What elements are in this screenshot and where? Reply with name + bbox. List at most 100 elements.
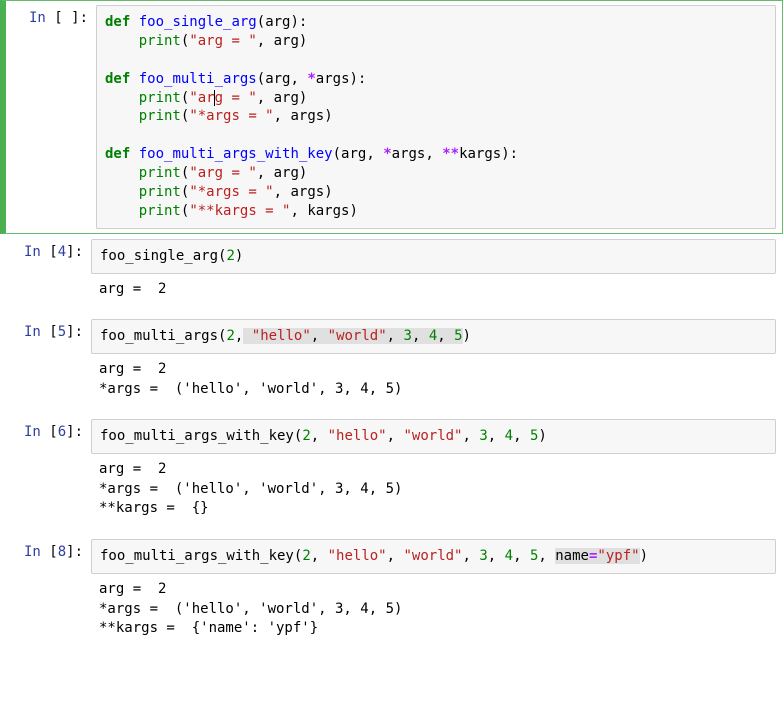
- code-token: arg: [265, 14, 290, 30]
- code-token: arg: [274, 33, 299, 49]
- code-token: ): [299, 90, 307, 106]
- code-token: ): [324, 184, 332, 200]
- prompt-area: In [8]:: [1, 535, 91, 653]
- code-token: ): [235, 248, 243, 264]
- code-token: arg: [274, 90, 299, 106]
- code-line[interactable]: [105, 51, 767, 70]
- highlighted-span: name="ypf": [555, 548, 639, 564]
- code-line[interactable]: print("arg = ", arg): [105, 164, 767, 183]
- notebook-cell[interactable]: In [4]: foo_single_arg(2)arg = 2: [0, 234, 783, 314]
- highlighted-span: "hello", "world", 3, 4, 5: [243, 328, 462, 344]
- code-token: print: [139, 108, 181, 124]
- code-token: foo_multi_args_with_key: [100, 548, 294, 564]
- prompt-area: In [ ]:: [6, 1, 96, 233]
- code-token: "hello": [328, 428, 387, 444]
- notebook: In [ ]:def foo_single_arg(arg): print("a…: [0, 0, 783, 654]
- code-token: "world": [403, 548, 462, 564]
- code-token: ,: [257, 165, 274, 181]
- code-line[interactable]: print("*args = ", args): [105, 183, 767, 202]
- content-area: def foo_single_arg(arg): print("arg = ",…: [96, 1, 782, 233]
- notebook-cell[interactable]: In [5]:foo_multi_args(2, "hello", "world…: [0, 314, 783, 414]
- code-line[interactable]: foo_multi_args_with_key(2, "hello", "wor…: [100, 547, 767, 566]
- code-line[interactable]: foo_multi_args(2, "hello", "world", 3, 4…: [100, 327, 767, 346]
- code-token: ,: [488, 548, 505, 564]
- code-token: *: [383, 146, 391, 162]
- code-token: "arg = ": [189, 33, 256, 49]
- code-token: ,: [463, 428, 480, 444]
- code-line[interactable]: def foo_multi_args_with_key(arg, *args, …: [105, 145, 767, 164]
- code-token: [105, 203, 139, 219]
- code-token: ): [349, 203, 357, 219]
- code-line[interactable]: print("arg = ", arg): [105, 89, 767, 108]
- notebook-cell[interactable]: In [ ]:def foo_single_arg(arg): print("a…: [0, 0, 783, 234]
- code-token: foo_multi_args_with_key: [139, 146, 333, 162]
- code-token: args: [392, 146, 426, 162]
- code-token: ,: [437, 328, 454, 344]
- code-token: "hello": [328, 548, 387, 564]
- prompt-bracket: ]:: [66, 244, 83, 260]
- code-input[interactable]: foo_multi_args_with_key(2, "hello", "wor…: [91, 539, 776, 574]
- code-input[interactable]: foo_multi_args(2, "hello", "world", 3, 4…: [91, 319, 776, 354]
- code-input[interactable]: foo_multi_args_with_key(2, "hello", "wor…: [91, 419, 776, 454]
- content-area: foo_multi_args_with_key(2, "hello", "wor…: [91, 415, 782, 533]
- prompt-bracket: ]:: [66, 424, 83, 440]
- code-token: print: [139, 33, 181, 49]
- content-area: foo_multi_args_with_key(2, "hello", "wor…: [91, 535, 782, 653]
- code-token: "ar: [189, 90, 214, 106]
- prompt-label: In: [24, 244, 41, 260]
- code-token: [105, 108, 139, 124]
- code-token: 3: [479, 428, 487, 444]
- code-line[interactable]: def foo_multi_args(arg, *args):: [105, 70, 767, 89]
- cell-output: arg = 2 *args = ('hello', 'world', 3, 4,…: [91, 574, 776, 649]
- prompt-area: In [6]:: [1, 415, 91, 533]
- code-line[interactable]: print("arg = ", arg): [105, 32, 767, 51]
- code-token: ,: [488, 428, 505, 444]
- code-token: ):: [290, 14, 307, 30]
- code-token: 2: [302, 428, 310, 444]
- code-token: [105, 33, 139, 49]
- code-token: ): [538, 428, 546, 444]
- code-token: args: [290, 108, 324, 124]
- code-token: ): [640, 548, 648, 564]
- code-token: [105, 184, 139, 200]
- prompt-number: 5: [58, 324, 66, 340]
- code-line[interactable]: def foo_single_arg(arg):: [105, 13, 767, 32]
- code-token: kargs: [459, 146, 501, 162]
- code-token: (: [333, 146, 341, 162]
- code-token: ,: [366, 146, 383, 162]
- code-token: ,: [311, 428, 328, 444]
- code-token: ,: [412, 328, 429, 344]
- code-token: name: [555, 548, 589, 564]
- code-token: ): [299, 33, 307, 49]
- code-token: ,: [274, 184, 291, 200]
- code-token: 4: [429, 328, 437, 344]
- code-line[interactable]: foo_multi_args_with_key(2, "hello", "wor…: [100, 427, 767, 446]
- content-area: foo_multi_args(2, "hello", "world", 3, 4…: [91, 315, 782, 413]
- code-token: [105, 90, 139, 106]
- cell-output: arg = 2: [91, 274, 776, 310]
- code-token: [130, 146, 138, 162]
- prompt-area: In [4]:: [1, 235, 91, 313]
- code-line[interactable]: print("*args = ", args): [105, 107, 767, 126]
- prompt-number: 4: [58, 244, 66, 260]
- code-token: "**kargs = ": [189, 203, 290, 219]
- code-token: ,: [387, 548, 404, 564]
- code-line[interactable]: foo_single_arg(2): [100, 247, 767, 266]
- code-input[interactable]: foo_single_arg(2): [91, 239, 776, 274]
- code-token: ): [463, 328, 471, 344]
- code-token: ):: [350, 71, 367, 87]
- code-token: ,: [290, 203, 307, 219]
- code-token: print: [139, 184, 181, 200]
- code-token: kargs: [307, 203, 349, 219]
- code-token: [130, 14, 138, 30]
- code-token: 4: [505, 428, 513, 444]
- code-token: ): [324, 108, 332, 124]
- code-line[interactable]: print("**kargs = ", kargs): [105, 202, 767, 221]
- notebook-cell[interactable]: In [6]: foo_multi_args_with_key(2, "hello…: [0, 414, 783, 534]
- notebook-cell[interactable]: In [8]: foo_multi_args_with_key(2, "hello…: [0, 534, 783, 654]
- prompt-bracket: ]:: [71, 10, 88, 26]
- code-input[interactable]: def foo_single_arg(arg): print("arg = ",…: [96, 5, 776, 229]
- code-line[interactable]: [105, 126, 767, 145]
- code-token: ,: [311, 328, 328, 344]
- code-token: 5: [454, 328, 462, 344]
